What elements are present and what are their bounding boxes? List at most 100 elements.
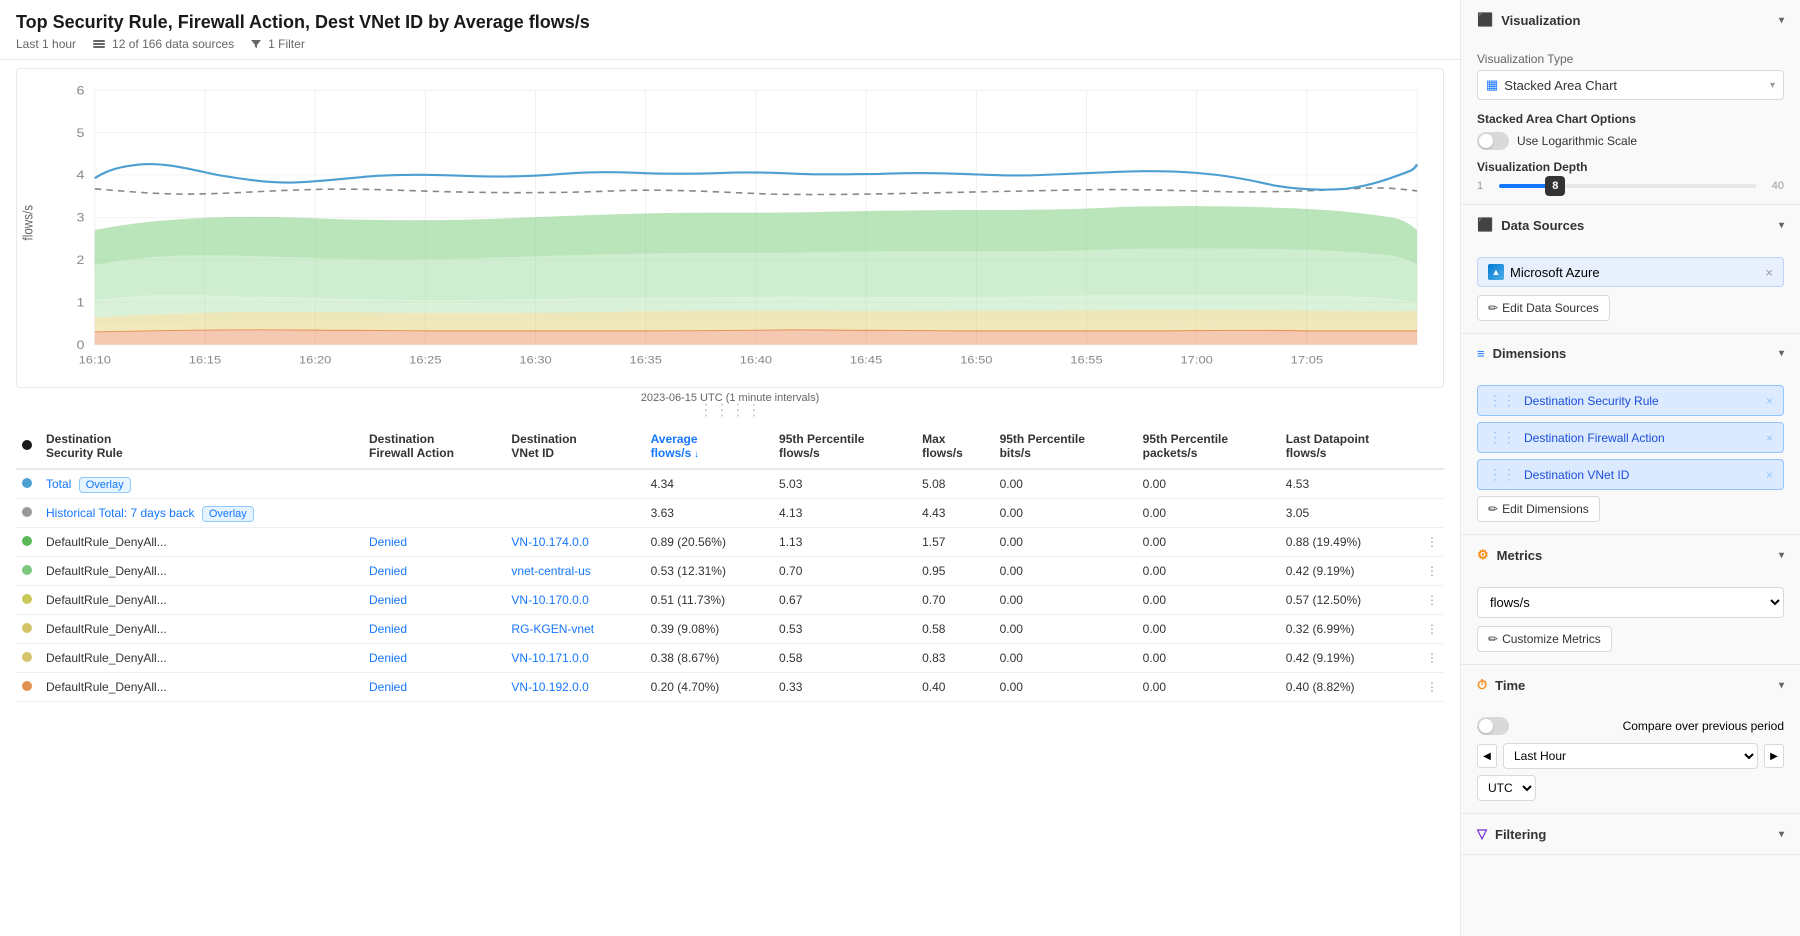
viz-type-select[interactable]: ▦ Stacked Area Chart ▾ bbox=[1477, 70, 1784, 100]
row-p95-flows: 0.58 bbox=[773, 644, 916, 673]
page-title: Top Security Rule, Firewall Action, Dest… bbox=[16, 12, 1444, 33]
row-vnet-id: VN-10.174.0.0 bbox=[505, 528, 644, 557]
row-security-rule: DefaultRule_DenyAll... bbox=[40, 528, 363, 557]
table-row: DefaultRule_DenyAll...Deniedvnet-central… bbox=[16, 557, 1444, 586]
depth-slider-row: 1 8 40 bbox=[1477, 180, 1784, 192]
remove-dimension-button[interactable]: × bbox=[1766, 468, 1773, 482]
customize-metrics-button[interactable]: ✏ Customize Metrics bbox=[1477, 626, 1612, 652]
col-p95-packets: 95th Percentilepackets/s bbox=[1137, 424, 1280, 469]
row-last-dp: 3.05 bbox=[1280, 499, 1420, 528]
remove-dimension-button[interactable]: × bbox=[1766, 394, 1773, 408]
row-p95-flows: 0.70 bbox=[773, 557, 916, 586]
row-vnet-id: RG-KGEN-vnet bbox=[505, 615, 644, 644]
row-p95-flows: 1.13 bbox=[773, 528, 916, 557]
row-menu-button[interactable]: ⋮ bbox=[1420, 644, 1444, 673]
row-menu-button[interactable] bbox=[1420, 499, 1444, 528]
compare-toggle[interactable] bbox=[1477, 717, 1509, 735]
svg-text:16:20: 16:20 bbox=[299, 354, 332, 367]
row-menu-button[interactable]: ⋮ bbox=[1420, 528, 1444, 557]
row-vnet-id bbox=[505, 499, 644, 528]
x-axis-label: 2023-06-15 UTC (1 minute intervals) bbox=[17, 392, 1443, 404]
vnet-id-link[interactable]: vnet-central-us bbox=[511, 564, 590, 578]
security-rule-link[interactable]: Total bbox=[46, 477, 71, 491]
row-max-flows: 5.08 bbox=[916, 469, 993, 499]
time-next-button[interactable]: ▶ bbox=[1764, 744, 1784, 768]
svg-text:6: 6 bbox=[76, 84, 84, 97]
timezone-row: UTC bbox=[1477, 775, 1784, 801]
row-last-dp: 0.32 (6.99%) bbox=[1280, 615, 1420, 644]
log-scale-toggle[interactable] bbox=[1477, 132, 1509, 150]
row-vnet-id: VN-10.170.0.0 bbox=[505, 586, 644, 615]
row-p95-bits: 0.00 bbox=[994, 586, 1137, 615]
row-p95-packets: 0.00 bbox=[1137, 528, 1280, 557]
azure-icon: ▲ bbox=[1488, 264, 1504, 280]
toggle-knob bbox=[1479, 719, 1493, 733]
edit-dimensions-button[interactable]: ✏ Edit Dimensions bbox=[1477, 496, 1600, 522]
visualization-section-header[interactable]: ⬛ Visualization ▾ bbox=[1461, 0, 1800, 40]
row-menu-button[interactable]: ⋮ bbox=[1420, 557, 1444, 586]
remove-dimension-button[interactable]: × bbox=[1766, 431, 1773, 445]
filtering-section-header[interactable]: ▽ Filtering ▾ bbox=[1461, 814, 1800, 854]
time-icon: ⏱ bbox=[1477, 677, 1487, 693]
row-color-dot bbox=[22, 507, 32, 517]
time-section-header[interactable]: ⏱ Time ▾ bbox=[1461, 665, 1800, 705]
row-color-cell bbox=[16, 557, 40, 586]
data-sources-header[interactable]: ⬛ Data Sources ▾ bbox=[1461, 205, 1800, 245]
row-max-flows: 0.83 bbox=[916, 644, 993, 673]
vnet-id-link[interactable]: VN-10.170.0.0 bbox=[511, 593, 588, 607]
drag-handle-icon[interactable]: ⋮⋮ bbox=[1488, 392, 1516, 409]
vnet-id-link[interactable]: VN-10.171.0.0 bbox=[511, 651, 588, 665]
row-menu-button[interactable]: ⋮ bbox=[1420, 673, 1444, 702]
metrics-select[interactable]: flows/s bbox=[1477, 587, 1784, 618]
dimensions-section-header[interactable]: ≡ Dimensions ▾ bbox=[1461, 334, 1800, 373]
timezone-select[interactable]: UTC bbox=[1477, 775, 1536, 801]
chevron-down-icon: ▾ bbox=[1779, 220, 1784, 231]
firewall-action-link[interactable]: Denied bbox=[369, 622, 407, 636]
row-color-dot bbox=[22, 594, 32, 604]
depth-slider-track[interactable]: 8 bbox=[1499, 184, 1756, 188]
svg-text:16:50: 16:50 bbox=[960, 354, 993, 367]
row-security-rule: DefaultRule_DenyAll... bbox=[40, 644, 363, 673]
firewall-action-link[interactable]: Denied bbox=[369, 680, 407, 694]
firewall-action-link[interactable]: Denied bbox=[369, 535, 407, 549]
svg-text:16:45: 16:45 bbox=[850, 354, 883, 367]
row-security-rule: DefaultRule_DenyAll... bbox=[40, 615, 363, 644]
time-range-select[interactable]: Last Hour bbox=[1503, 743, 1758, 769]
drag-handle-icon[interactable]: ⋮⋮ bbox=[1488, 429, 1516, 446]
row-menu-button[interactable]: ⋮ bbox=[1420, 615, 1444, 644]
time-prev-button[interactable]: ◀ bbox=[1477, 744, 1497, 768]
row-color-dot bbox=[22, 565, 32, 575]
row-color-dot bbox=[22, 623, 32, 633]
row-avg-flows: 0.51 (11.73%) bbox=[645, 586, 773, 615]
drag-handle-icon[interactable]: ⋮⋮ bbox=[1488, 466, 1516, 483]
viz-type-value: Stacked Area Chart bbox=[1504, 78, 1617, 93]
row-max-flows: 0.95 bbox=[916, 557, 993, 586]
security-rule-link[interactable]: Historical Total: 7 days back bbox=[46, 506, 195, 520]
time-section: ⏱ Time ▾ Compare over previous period ◀ … bbox=[1461, 665, 1800, 814]
chevron-down-icon: ▾ bbox=[1779, 680, 1784, 691]
close-data-source-button[interactable]: × bbox=[1765, 265, 1773, 280]
firewall-action-link[interactable]: Denied bbox=[369, 564, 407, 578]
row-menu-button[interactable]: ⋮ bbox=[1420, 586, 1444, 615]
slider-thumb[interactable]: 8 bbox=[1545, 176, 1565, 196]
row-avg-flows: 4.34 bbox=[645, 469, 773, 499]
row-menu-button[interactable] bbox=[1420, 469, 1444, 499]
col-p95-flows: 95th Percentileflows/s bbox=[773, 424, 916, 469]
edit-data-sources-button[interactable]: ✏ Edit Data Sources bbox=[1477, 295, 1610, 321]
vnet-id-link[interactable]: VN-10.174.0.0 bbox=[511, 535, 588, 549]
row-p95-flows: 0.33 bbox=[773, 673, 916, 702]
azure-source-label: Microsoft Azure bbox=[1510, 265, 1600, 280]
vnet-id-link[interactable]: RG-KGEN-vnet bbox=[511, 622, 594, 636]
firewall-action-link[interactable]: Denied bbox=[369, 593, 407, 607]
row-last-dp: 0.88 (19.49%) bbox=[1280, 528, 1420, 557]
col-avg-flows[interactable]: Averageflows/s bbox=[645, 424, 773, 469]
metrics-section-header[interactable]: ⚙ Metrics ▾ bbox=[1461, 535, 1800, 575]
row-p95-bits: 0.00 bbox=[994, 644, 1137, 673]
data-table: DestinationSecurity Rule DestinationFire… bbox=[16, 424, 1444, 702]
time-content: Compare over previous period ◀ Last Hour… bbox=[1461, 705, 1800, 813]
row-p95-packets: 0.00 bbox=[1137, 615, 1280, 644]
vnet-id-link[interactable]: VN-10.192.0.0 bbox=[511, 680, 588, 694]
page-header: Top Security Rule, Firewall Action, Dest… bbox=[0, 0, 1460, 60]
row-vnet-id: VN-10.171.0.0 bbox=[505, 644, 644, 673]
firewall-action-link[interactable]: Denied bbox=[369, 651, 407, 665]
